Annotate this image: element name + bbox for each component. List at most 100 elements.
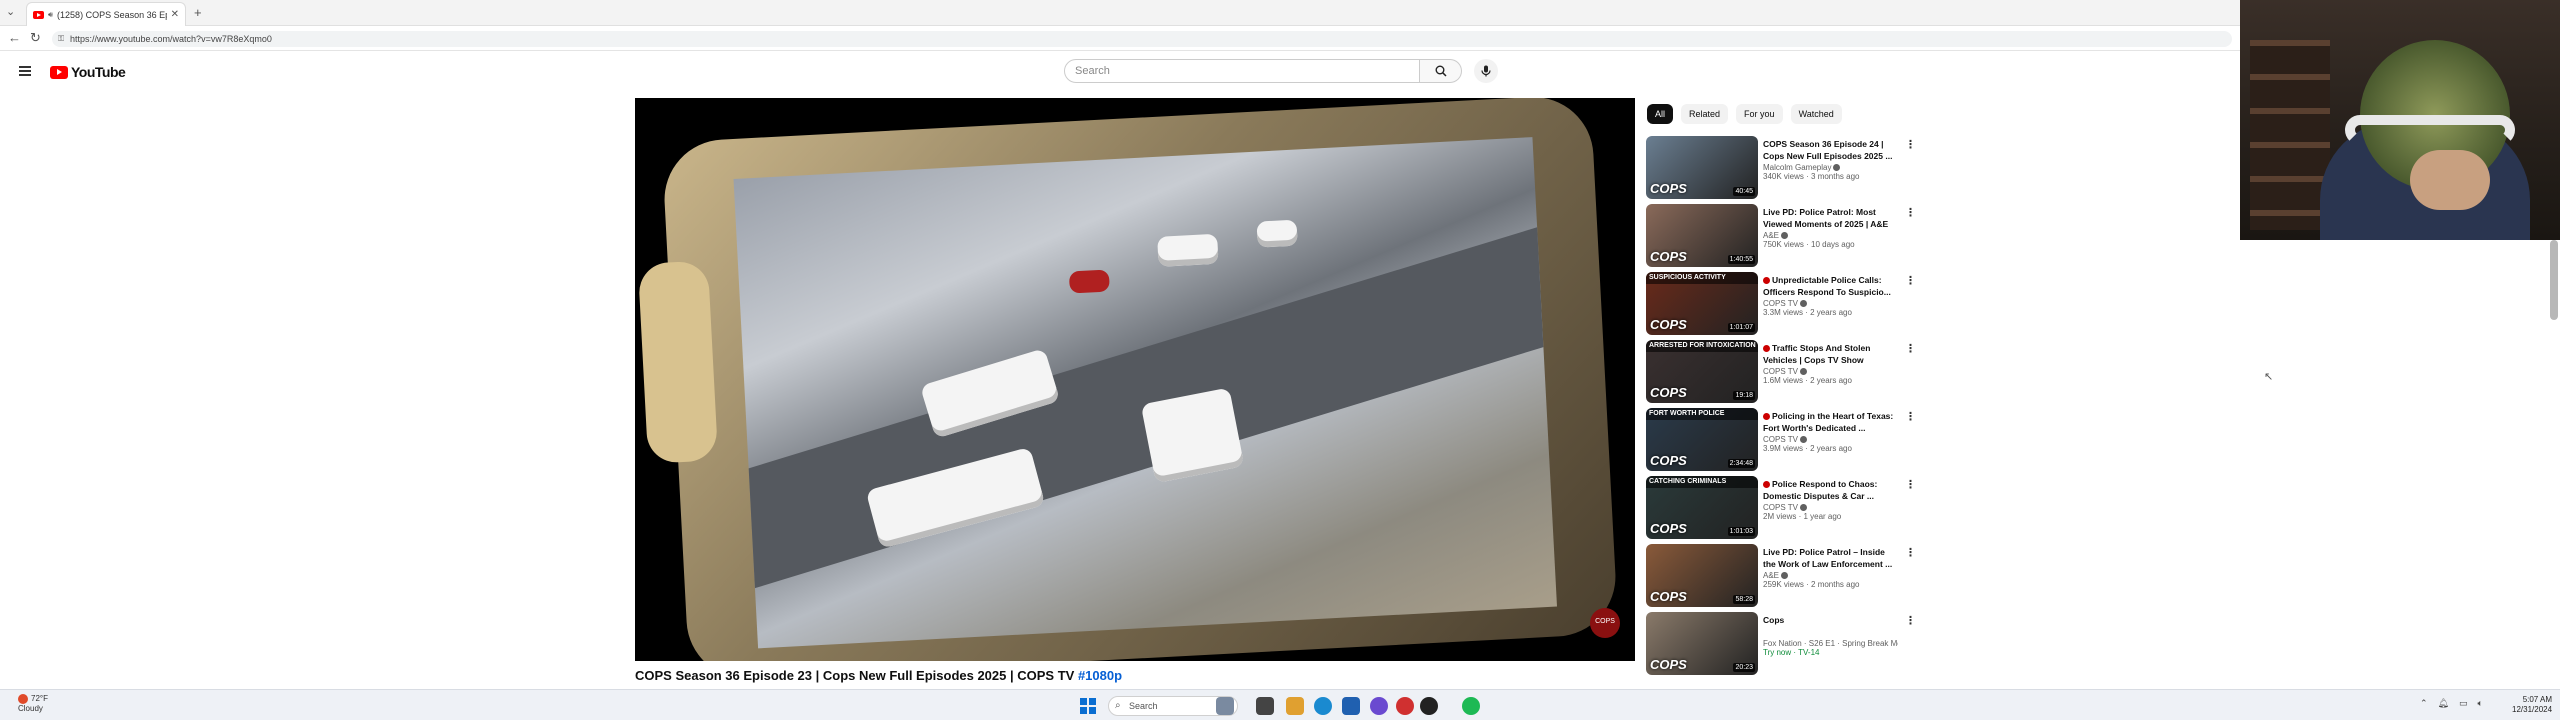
video-title-text: Cops <box>1763 615 1785 625</box>
video-title[interactable]: Unpredictable Police Calls: Officers Res… <box>1763 274 1898 298</box>
video-meta: 340K views · 3 months ago <box>1763 172 1860 181</box>
thumbnail-banner-text: ARRESTED FOR INTOXICATION <box>1646 340 1758 352</box>
more-options-icon[interactable]: ⋮ <box>1905 614 1916 627</box>
page-scrollbar-thumb[interactable] <box>2550 240 2558 320</box>
chrome-browser-icon[interactable] <box>1396 697 1414 715</box>
channel-name[interactable]: Malcolm Gameplay <box>1763 163 1898 172</box>
folder-icon[interactable] <box>1286 697 1304 715</box>
search-input[interactable]: Search <box>1064 59 1420 83</box>
video-frame-screen <box>733 137 1558 649</box>
video-title[interactable]: COPS Season 36 Episode 24 | Cops New Ful… <box>1763 138 1898 162</box>
video-meta: 1.6M views · 2 years ago <box>1763 376 1852 385</box>
more-options-icon[interactable]: ⋮ <box>1905 138 1916 151</box>
speaker-icon[interactable]: 🔊︎ <box>48 10 53 20</box>
video-thumbnail[interactable]: COPS 1:40:55 <box>1646 204 1758 267</box>
video-title[interactable]: Cops <box>1763 614 1898 638</box>
video-thumbnail[interactable]: COPS 40:45 <box>1646 136 1758 199</box>
channel-name[interactable]: COPS TV <box>1763 299 1898 308</box>
recommendation-item[interactable]: COPS 20:23 Cops Fox Nation · S26 E1 · Sprin… <box>1646 612 1916 680</box>
chip-related[interactable]: Related <box>1681 104 1729 124</box>
hashtag-link[interactable]: #1080p <box>1078 668 1122 683</box>
taskbar-clock[interactable]: 5:07 AM 12/31/2024 <box>2512 695 2552 715</box>
channel-name[interactable]: COPS TV <box>1763 367 1898 376</box>
channel-name[interactable]: A&E <box>1763 231 1898 240</box>
verified-check-icon <box>1799 504 1807 512</box>
video-title[interactable]: Police Respond to Chaos: Domestic Disput… <box>1763 478 1898 502</box>
voice-search-button[interactable] <box>1474 59 1498 83</box>
video-title-text: Traffic Stops And Stolen Vehicles | Cops… <box>1763 343 1871 365</box>
more-options-icon[interactable]: ⋮ <box>1905 546 1916 559</box>
system-tray: ⌃ 🔔︎ ▭ 🔈︎ <box>2420 698 2483 709</box>
recommendation-item[interactable]: COPS 1:40:55 Live PD: Police Patrol: Most … <box>1646 204 1916 272</box>
new-tab-button[interactable]: + <box>194 5 202 20</box>
task-view-icon[interactable] <box>1216 697 1234 715</box>
recommendation-item[interactable]: COPS 40:45 COPS Season 36 Episode 24 | Cop… <box>1646 136 1916 204</box>
back-arrow-icon[interactable]: ← <box>8 30 21 45</box>
menu-hamburger-icon[interactable] <box>19 66 31 76</box>
search-button[interactable] <box>1420 59 1462 83</box>
network-icon[interactable]: ▭ <box>2459 698 2468 709</box>
video-title[interactable]: Traffic Stops And Stolen Vehicles | Cops… <box>1763 342 1898 366</box>
weather-icon <box>18 694 28 704</box>
app-icon-dark[interactable] <box>1420 697 1438 715</box>
video-title: COPS Season 36 Episode 23 | Cops New Ful… <box>635 668 1122 683</box>
thumbnail-banner-text: FORT WORTH POLICE <box>1646 408 1758 420</box>
weather-widget[interactable]: 72°F Cloudy <box>18 694 48 714</box>
video-player[interactable]: COPS <box>635 98 1635 661</box>
thumbnail-logo: COPS <box>1650 657 1687 672</box>
video-thumbnail[interactable]: ARRESTED FOR INTOXICATION COPS 19:18 <box>1646 340 1758 403</box>
channel-name[interactable]: COPS TV <box>1763 503 1898 512</box>
channel-name[interactable]: COPS TV <box>1763 435 1898 444</box>
close-tab-icon[interactable]: ✕ <box>171 9 179 20</box>
video-thumbnail[interactable]: COPS 20:23 <box>1646 612 1758 675</box>
reload-icon[interactable]: ↻ <box>30 30 41 46</box>
app-icon[interactable] <box>1370 697 1388 715</box>
spotify-icon[interactable] <box>1462 697 1480 715</box>
file-explorer-icon[interactable] <box>1256 697 1274 715</box>
video-meta: 259K views · 2 months ago <box>1763 580 1860 589</box>
video-thumbnail[interactable]: COPS 58:28 <box>1646 544 1758 607</box>
video-info: Live PD: Police Patrol: Most Viewed Mome… <box>1763 206 1898 249</box>
video-info: Live PD: Police Patrol – Inside the Work… <box>1763 546 1898 589</box>
channel-name[interactable]: Fox Nation · S26 E1 · Spring Break Mele.… <box>1763 639 1898 648</box>
more-options-icon[interactable]: ⋮ <box>1905 342 1916 355</box>
tab-title: (1258) COPS Season 36 Episo... <box>57 9 167 20</box>
chip-all[interactable]: All <box>1647 104 1674 124</box>
more-options-icon[interactable]: ⋮ <box>1905 206 1916 219</box>
channel-name[interactable]: A&E <box>1763 571 1898 580</box>
edge-browser-icon[interactable] <box>1314 697 1332 715</box>
tray-chevron-icon[interactable]: ⌃ <box>2420 698 2428 709</box>
url-field[interactable]: ⚿ https://www.youtube.com/watch?v=vw7R8e… <box>52 31 2232 47</box>
recommendation-item[interactable]: FORT WORTH POLICE COPS 2:34:48 Policing in … <box>1646 408 1916 476</box>
windows-start-icon[interactable] <box>1080 698 1096 714</box>
thumbnail-logo: COPS <box>1650 317 1687 332</box>
recommendation-item[interactable]: ARRESTED FOR INTOXICATION COPS 19:18 Traffi… <box>1646 340 1916 408</box>
recommendation-item[interactable]: SUSPICIOUS ACTIVITY COPS 1:01:07 Unpredicta… <box>1646 272 1916 340</box>
volume-icon[interactable]: 🔈︎ <box>2478 698 2483 709</box>
video-title[interactable]: Policing in the Heart of Texas: Fort Wor… <box>1763 410 1898 434</box>
store-icon[interactable] <box>1342 697 1360 715</box>
chip-for-you[interactable]: For you <box>1736 104 1783 124</box>
video-thumbnail[interactable]: CATCHING CRIMINALS COPS 1:01:03 <box>1646 476 1758 539</box>
more-options-icon[interactable]: ⋮ <box>1905 274 1916 287</box>
recommendation-item[interactable]: COPS 58:28 Live PD: Police Patrol – Inside… <box>1646 544 1916 612</box>
more-options-icon[interactable]: ⋮ <box>1905 410 1916 423</box>
video-title[interactable]: Live PD: Police Patrol: Most Viewed Mome… <box>1763 206 1898 230</box>
notification-icon[interactable]: 🔔︎ <box>2438 698 2449 709</box>
video-meta: Try now · TV-14 <box>1763 648 1820 657</box>
recommendation-filter-chips: All Related For you Watched <box>1647 104 1842 124</box>
video-title-text: Policing in the Heart of Texas: Fort Wor… <box>1763 411 1894 433</box>
video-thumbnail[interactable]: FORT WORTH POLICE COPS 2:34:48 <box>1646 408 1758 471</box>
video-thumbnail[interactable]: SUSPICIOUS ACTIVITY COPS 1:01:07 <box>1646 272 1758 335</box>
chip-watched[interactable]: Watched <box>1790 104 1842 124</box>
tab-list-chevron-icon[interactable]: ⌄ <box>6 5 15 18</box>
video-title[interactable]: Live PD: Police Patrol – Inside the Work… <box>1763 546 1898 570</box>
video-duration: 1:01:03 <box>1727 527 1755 536</box>
site-info-icon[interactable]: ⚿ <box>58 34 64 44</box>
youtube-logo[interactable]: YouTube <box>50 64 126 80</box>
video-title-text: Unpredictable Police Calls: Officers Res… <box>1763 275 1891 297</box>
browser-tab-youtube[interactable]: 🔊︎ (1258) COPS Season 36 Episo... ✕ <box>26 2 186 26</box>
more-options-icon[interactable]: ⋮ <box>1905 478 1916 491</box>
recommendation-item[interactable]: CATCHING CRIMINALS COPS 1:01:03 Police Resp… <box>1646 476 1916 544</box>
video-duration: 1:01:07 <box>1727 323 1755 332</box>
